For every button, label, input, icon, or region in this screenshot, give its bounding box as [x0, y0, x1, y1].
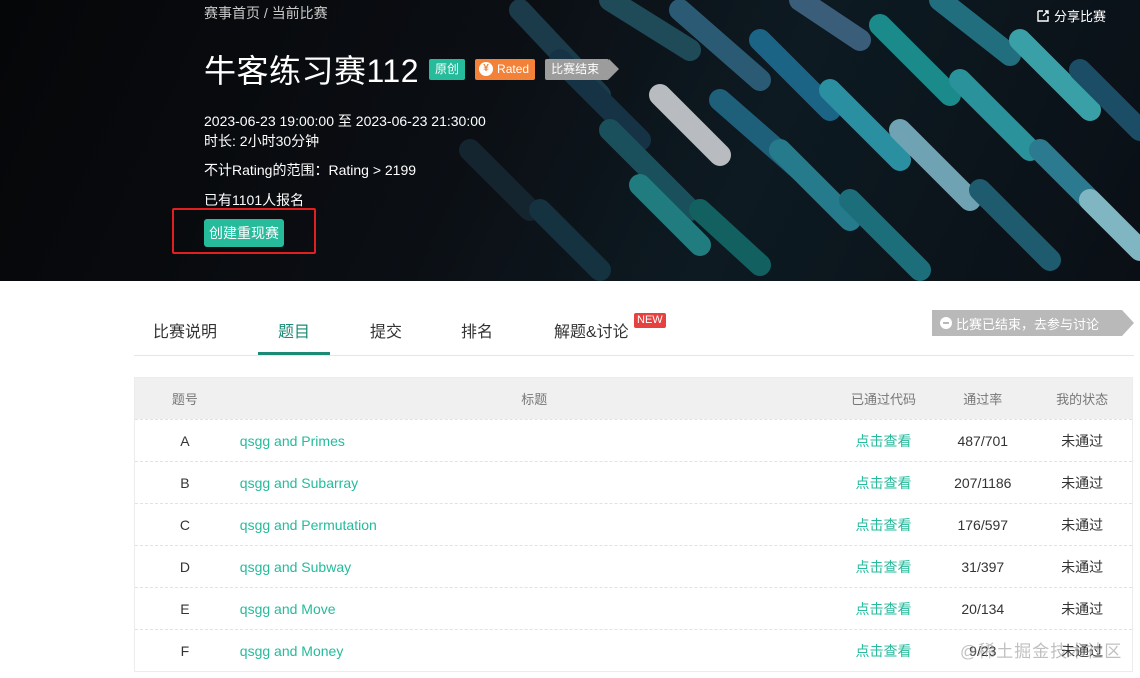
active-tab-indicator: [258, 352, 330, 355]
problem-title-link[interactable]: qsgg and Move: [235, 601, 834, 617]
problem-id: E: [180, 600, 190, 617]
annotation-highlight-box: [172, 208, 316, 254]
tab-ranking[interactable]: 排名: [461, 318, 493, 342]
join-discussion-button[interactable]: 比赛已结束，去参与讨论: [932, 310, 1134, 336]
table-row: A qsgg and Primes 点击查看 487/701 未通过: [135, 419, 1132, 461]
my-status: 未通过: [1061, 558, 1104, 575]
problem-title-link[interactable]: qsgg and Subway: [235, 559, 834, 575]
view-code-link[interactable]: 点击查看: [834, 557, 934, 577]
table-row: B qsgg and Subarray 点击查看 207/1186 未通过: [135, 461, 1132, 503]
yen-icon: ¥: [479, 62, 494, 76]
header-title: 标题: [521, 392, 548, 407]
view-code-link[interactable]: 点击查看: [834, 641, 934, 661]
problem-title-link[interactable]: qsgg and Money: [235, 643, 834, 659]
problem-title-link[interactable]: qsgg and Primes: [235, 433, 834, 449]
new-badge: NEW: [634, 313, 666, 328]
breadcrumb-current: 当前比赛: [271, 5, 328, 21]
pass-rate: 20/134: [961, 600, 1005, 617]
table-row: E qsgg and Move 点击查看 20/134 未通过: [135, 587, 1132, 629]
problem-id: D: [179, 558, 190, 575]
header-pass-rate: 通过率: [963, 392, 1003, 407]
view-code-link[interactable]: 点击查看: [834, 515, 934, 535]
pass-rate: 487/701: [957, 432, 1009, 449]
breadcrumb: 赛事首页 / 当前比赛: [204, 3, 328, 23]
tab-description[interactable]: 比赛说明: [153, 318, 217, 342]
problem-id: F: [180, 642, 190, 659]
tab-problems[interactable]: 题目: [278, 318, 310, 342]
table-row: D qsgg and Subway 点击查看 31/397 未通过: [135, 545, 1132, 587]
problem-id: C: [179, 516, 190, 533]
share-icon: [1037, 9, 1049, 22]
problem-id: A: [180, 432, 190, 449]
pass-rate: 176/597: [957, 516, 1009, 533]
view-code-link[interactable]: 点击查看: [834, 599, 934, 619]
rated-label: Rated: [497, 61, 530, 76]
minus-circle-icon: [940, 317, 952, 329]
contest-time-range: 2023-06-23 19:00:00 至 2023-06-23 21:30:0…: [204, 113, 486, 129]
signup-count: 已有1101人报名: [204, 192, 305, 208]
share-label: 分享比赛: [1054, 9, 1107, 24]
view-code-link[interactable]: 点击查看: [834, 431, 934, 451]
table-row: C qsgg and Permutation 点击查看 176/597 未通过: [135, 503, 1132, 545]
header-id: 题号: [171, 392, 198, 407]
rated-tag: ¥ Rated: [475, 58, 536, 80]
view-code-link[interactable]: 点击查看: [834, 473, 934, 493]
tab-solutions-discussion[interactable]: 解题&讨论: [554, 318, 629, 342]
original-tag: 原创: [429, 58, 466, 80]
join-discussion-label: 比赛已结束，去参与讨论: [956, 316, 1100, 332]
breadcrumb-home-link[interactable]: 赛事首页: [204, 5, 260, 21]
problem-table: 题号 标题 已通过代码 通过率 我的状态 A qsgg and Primes 点…: [134, 377, 1133, 672]
problem-id: B: [180, 474, 190, 491]
problem-title-link[interactable]: qsgg and Subarray: [235, 475, 834, 491]
my-status: 未通过: [1061, 432, 1104, 449]
rating-range: 不计Rating的范围：Rating > 2199: [204, 162, 417, 178]
contest-title: 牛客练习赛112: [204, 53, 420, 89]
pass-rate: 31/397: [961, 558, 1005, 575]
header-my-status: 我的状态: [1056, 392, 1109, 407]
contest-duration: 时长: 2小时30分钟: [204, 133, 320, 149]
contest-title-row: 牛客练习赛112 原创 ¥ Rated 比赛结束: [204, 46, 620, 92]
tab-submissions[interactable]: 提交: [370, 318, 402, 342]
banner-background-pattern: [459, 0, 1140, 281]
my-status: 未通过: [1061, 516, 1104, 533]
my-status: 未通过: [1061, 474, 1104, 491]
watermark: @稀土掘金技术社区: [960, 642, 1123, 661]
header-accepted-code: 已通过代码: [850, 392, 916, 407]
contest-ended-tag: 比赛结束: [545, 58, 620, 80]
pass-rate: 207/1186: [954, 474, 1012, 491]
share-contest-button[interactable]: 分享比赛: [1036, 6, 1106, 25]
breadcrumb-separator: /: [260, 5, 272, 21]
table-header: 题号 标题 已通过代码 通过率 我的状态: [135, 378, 1132, 419]
problem-title-link[interactable]: qsgg and Permutation: [235, 517, 834, 533]
my-status: 未通过: [1061, 600, 1104, 617]
contest-banner: 赛事首页 / 当前比赛 分享比赛 牛客练习赛112 原创 ¥ Rated 比赛结…: [0, 0, 1140, 281]
